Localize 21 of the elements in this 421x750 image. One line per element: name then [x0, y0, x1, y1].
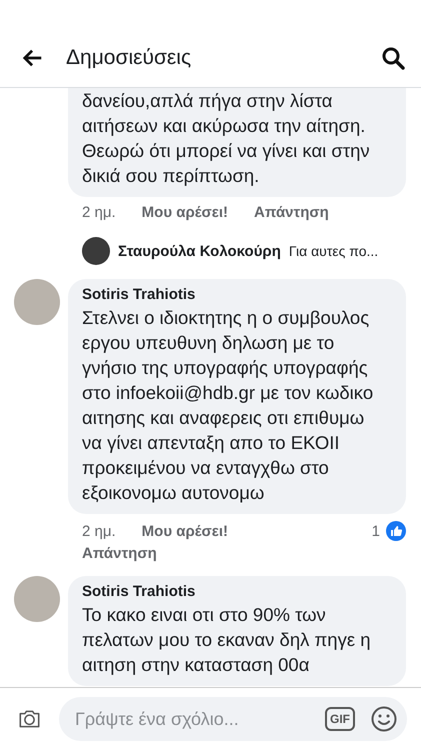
search-icon[interactable] [381, 46, 405, 70]
reply-author[interactable]: Σταυρούλα Κολοκούρη [118, 242, 281, 260]
comment-input-field[interactable]: Γράψτε ένα σχόλιο... GIF [59, 697, 407, 741]
like-link[interactable]: Μου αρέσει! [142, 522, 228, 540]
comment-author[interactable]: Sotiris Trahiotis [82, 286, 392, 303]
reply-preview-text[interactable]: Για αυτες πο... [288, 243, 378, 259]
gif-button[interactable]: GIF [325, 707, 355, 731]
page-title: Δημοσιεύσεις [66, 46, 192, 70]
comment-text: δανείου,απλά πήγα στην λίστα αιτήσεων και ακύρωσα την αίτηση. Θεωρώ ότι μπορεί να γίνει και στην δικιά σου περίπτωση. [82, 89, 371, 188]
thumbs-up-icon [386, 521, 406, 541]
avatar-placeholder[interactable] [82, 237, 110, 265]
reply-link[interactable]: Απάντηση [254, 204, 329, 221]
comment-time: 2 ημ. [82, 204, 116, 221]
comment-author[interactable]: Sotiris Trahiotis [82, 583, 392, 600]
reply-link[interactable]: Απάντηση [82, 545, 157, 562]
emoji-icon[interactable] [371, 706, 397, 732]
comment-text: Στελνει ο ιδιοκτητης η ο συμβουλος εργου υπευθυνη δηλωση με το γνήσιο της υπογραφής υπογραφής στο infoekoii@hdb.gr με τον κωδικο αιτησης και αναφερεις οτι επιθυμω να γίνει απενταξη απο το ΕΚΟΙΙ προκειμένου να ενταγχθω στο εξοικονομω αυτονομω [82, 306, 374, 505]
like-link[interactable]: Μου αρέσει! [142, 204, 228, 221]
comment-time: 2 ημ. [82, 522, 116, 540]
comment-text: Το κακο ειναι οτι στο 90% των πελατων μου το εκαναν δηλ πηγε η αιτηση στην κατασταση 00α [82, 603, 372, 677]
like-count: 1 [372, 522, 380, 540]
